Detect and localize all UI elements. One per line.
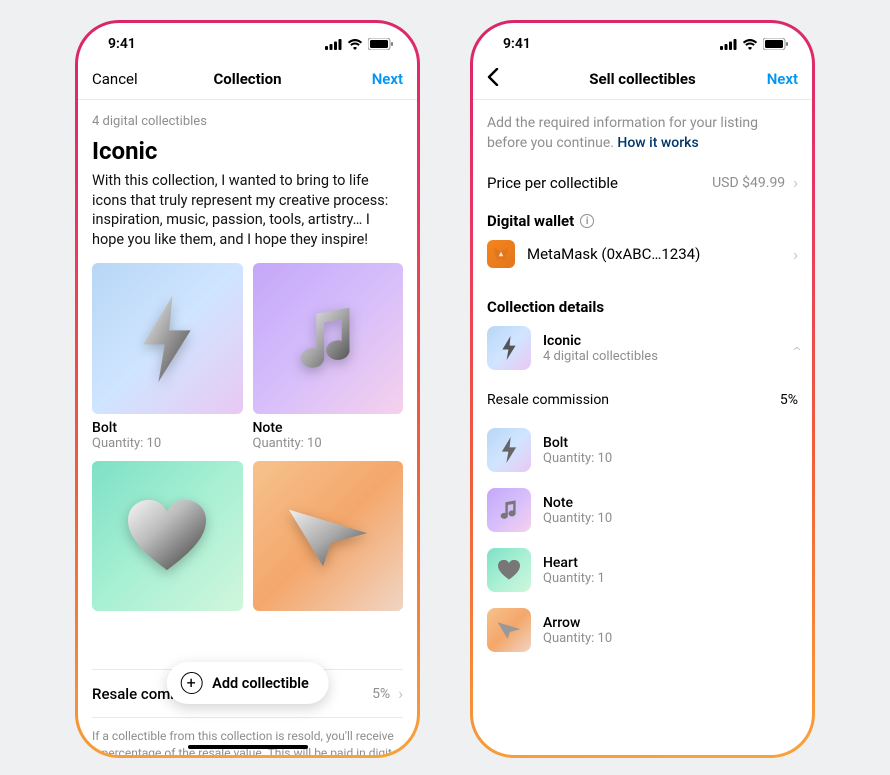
collection-details-heading: Collection details (487, 298, 798, 316)
how-it-works-link[interactable]: How it works (617, 135, 698, 151)
chevron-left-icon (487, 68, 499, 86)
price-label: Price per collectible (487, 174, 618, 192)
next-button[interactable]: Next (767, 70, 798, 88)
resale-label: Resale commission (487, 392, 609, 408)
battery-icon (763, 38, 788, 50)
next-button[interactable]: Next (372, 70, 403, 88)
bolt-icon (134, 296, 200, 382)
collection-description: With this collection, I wanted to bring … (92, 171, 403, 249)
add-collectible-button[interactable]: + Add collectible (166, 662, 329, 704)
list-item-arrow[interactable]: Arrow Quantity: 10 (487, 600, 798, 660)
list-item-text: Bolt Quantity: 10 (543, 435, 612, 466)
phone-collection: 9:41 Cancel Collection Next 4 digital co… (75, 20, 420, 758)
sell-intro: Add the required information for your li… (487, 114, 798, 153)
cancel-button[interactable]: Cancel (92, 70, 138, 88)
back-button[interactable] (487, 68, 499, 90)
note-icon (289, 300, 367, 378)
heart-icon (123, 497, 211, 575)
fab-label: Add collectible (212, 675, 309, 692)
note-thumb (487, 488, 531, 532)
bolt-art (92, 263, 243, 414)
status-icons (325, 38, 393, 50)
chevron-up-icon: › (786, 346, 805, 351)
collectible-grid: Bolt Quantity: 10 Note Quantity: 10 (92, 263, 403, 611)
info-icon[interactable]: i (580, 214, 594, 228)
list-item-heart[interactable]: Heart Quantity: 1 (487, 540, 798, 600)
price-value: USD $49.99 (712, 175, 785, 191)
tile-name: Bolt (92, 420, 243, 436)
heart-thumb (487, 548, 531, 592)
phone-sell: 9:41 Sell collectibles Next Add the requ… (470, 20, 815, 758)
wifi-icon (347, 39, 363, 50)
status-bar: 9:41 (78, 23, 417, 59)
arrow-icon (496, 620, 522, 640)
wallet-name: MetaMask (0xABC…1234) (527, 245, 773, 263)
battery-icon (368, 38, 393, 50)
home-indicator[interactable] (188, 745, 308, 749)
cellular-icon (720, 39, 737, 50)
plus-icon: + (180, 672, 202, 694)
collection-thumb (487, 326, 531, 370)
arrow-thumb (487, 608, 531, 652)
list-item-text: Heart Quantity: 1 (543, 555, 605, 586)
resale-value: 5% (780, 392, 798, 408)
list-item-text: Note Quantity: 10 (543, 495, 612, 526)
bolt-icon (500, 336, 518, 360)
tile-qty: Quantity: 10 (253, 436, 404, 451)
bolt-icon (499, 437, 519, 463)
status-icons (720, 38, 788, 50)
tile-bolt[interactable]: Bolt Quantity: 10 (92, 263, 243, 451)
tile-qty: Quantity: 10 (92, 436, 243, 451)
list-item-bolt[interactable]: Bolt Quantity: 10 (487, 420, 798, 480)
resale-caption: If a collectible from this collection is… (92, 728, 403, 755)
arrow-art (253, 461, 404, 612)
wallet-heading: Digital wallet i (487, 212, 798, 230)
note-art (253, 263, 404, 414)
price-row[interactable]: Price per collectible USD $49.99 › (487, 153, 798, 212)
tile-name: Note (253, 420, 404, 436)
collection-title: Iconic (92, 137, 403, 165)
status-bar: 9:41 (473, 23, 812, 59)
bolt-thumb (487, 428, 531, 472)
collectible-count: 4 digital collectibles (92, 114, 403, 129)
wallet-row[interactable]: MetaMask (0xABC…1234) › (487, 230, 798, 278)
list-item-text: Arrow Quantity: 10 (543, 615, 612, 646)
resale-commission-row: Resale commission 5% (487, 380, 798, 420)
status-time: 9:41 (108, 36, 136, 52)
note-icon (497, 498, 521, 522)
tile-heart[interactable] (92, 461, 243, 612)
metamask-icon (487, 240, 515, 268)
chevron-right-icon: › (793, 173, 798, 192)
status-time: 9:41 (503, 36, 531, 52)
chevron-right-icon: › (793, 245, 798, 264)
chevron-right-icon: › (398, 684, 403, 703)
tile-note[interactable]: Note Quantity: 10 (253, 263, 404, 451)
heart-icon (496, 559, 522, 581)
list-item-note[interactable]: Note Quantity: 10 (487, 480, 798, 540)
collection-summary-row[interactable]: Iconic 4 digital collectibles › (487, 316, 798, 380)
tile-arrow[interactable] (253, 461, 404, 612)
page-title: Sell collectibles (473, 70, 812, 88)
resale-value: 5% (372, 686, 390, 702)
cellular-icon (325, 39, 342, 50)
heart-art (92, 461, 243, 612)
collection-summary-text: Iconic 4 digital collectibles (543, 333, 773, 364)
wifi-icon (742, 39, 758, 50)
arrow-icon (284, 501, 372, 571)
